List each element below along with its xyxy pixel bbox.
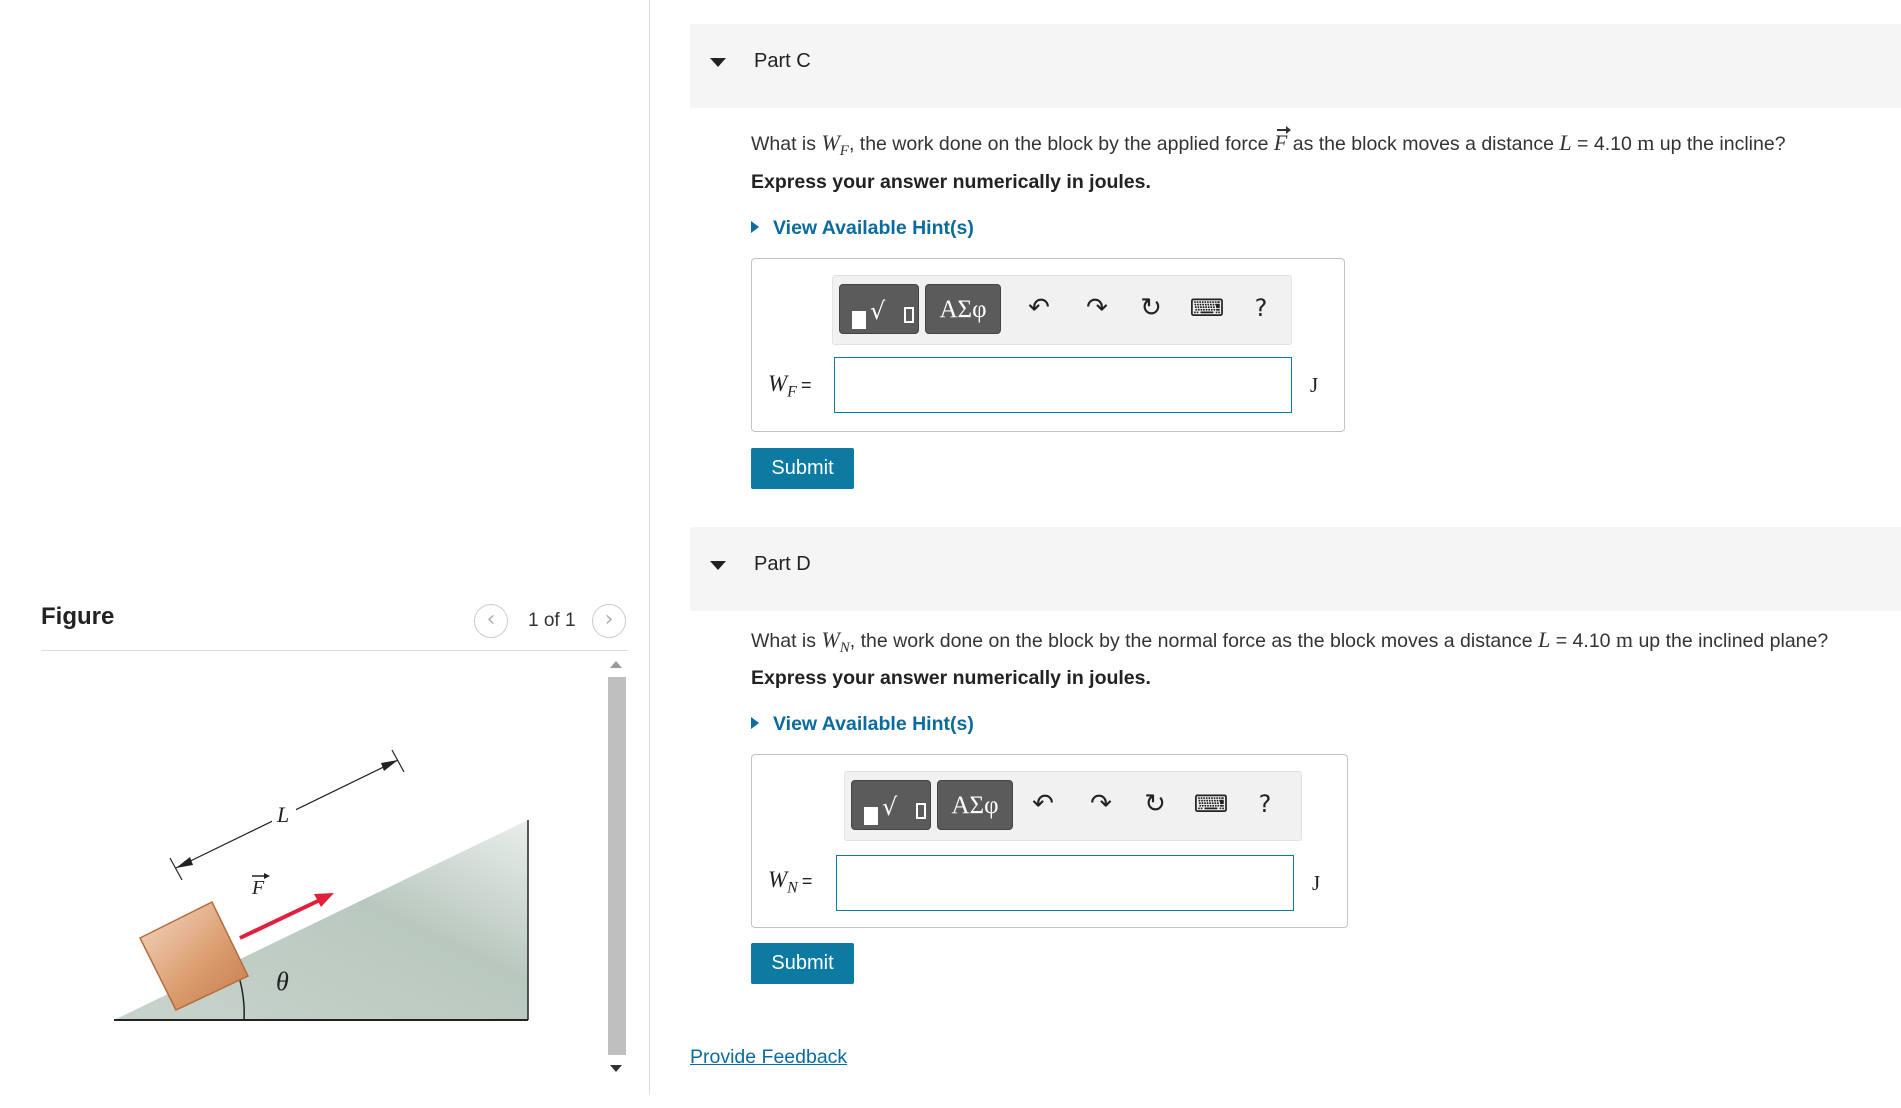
- part-d-answer-box: √ ΑΣφ ↶ ↷ ↻ ⌨ ? WN = J: [751, 754, 1348, 928]
- question-text: , the work done on the block by the norm…: [849, 630, 1539, 652]
- redo-icon[interactable]: ↷: [1083, 786, 1119, 822]
- scroll-up-icon[interactable]: [610, 661, 622, 668]
- greek-symbols-icon[interactable]: ΑΣφ: [925, 284, 1001, 334]
- expand-triangle-icon: [751, 717, 759, 729]
- hint-label: View Available Hint(s): [773, 217, 974, 239]
- keyboard-icon[interactable]: ⌨: [1193, 786, 1229, 822]
- undo-icon[interactable]: ↶: [1025, 786, 1061, 822]
- part-c-field-label: WF =: [768, 371, 811, 402]
- part-c-label: Part C: [754, 50, 811, 72]
- undo-icon[interactable]: ↶: [1021, 290, 1057, 326]
- field-subscript: N: [787, 879, 798, 897]
- figure-scrollbar[interactable]: [605, 655, 629, 1080]
- reset-icon[interactable]: ↻: [1133, 290, 1169, 326]
- collapse-caret-icon[interactable]: [710, 561, 726, 570]
- field-subscript: F: [787, 383, 797, 401]
- math-toolbar: √ ΑΣφ ↶ ↷ ↻ ⌨ ?: [832, 275, 1292, 345]
- work-symbol: W: [821, 130, 840, 155]
- part-c-unit: J: [1310, 373, 1319, 397]
- part-d-label: Part D: [754, 553, 811, 575]
- help-icon[interactable]: ?: [1247, 786, 1283, 822]
- part-c-hint-link[interactable]: View Available Hint(s): [751, 217, 974, 240]
- part-d-instructions: Express your answer numerically in joule…: [751, 667, 1151, 689]
- prev-figure-button[interactable]: ‹: [474, 604, 508, 638]
- equals-sign: =: [800, 375, 812, 395]
- force-vector-tip: [264, 873, 270, 879]
- collapse-caret-icon[interactable]: [710, 58, 726, 67]
- template-root-icon: √: [882, 793, 898, 821]
- length-label: L: [276, 802, 289, 827]
- scrollbar-thumb[interactable]: [608, 677, 626, 1055]
- scroll-down-icon[interactable]: [610, 1065, 622, 1072]
- distance-unit: m: [1615, 627, 1634, 652]
- template-box-icon: [904, 307, 914, 323]
- distance-symbol: L: [1538, 627, 1551, 652]
- field-symbol: W: [768, 867, 788, 892]
- field-symbol: W: [768, 371, 788, 396]
- question-text: as the block moves a distance: [1287, 133, 1560, 155]
- math-toolbar: √ ΑΣφ ↶ ↷ ↻ ⌨ ?: [844, 771, 1302, 841]
- part-c-submit-button[interactable]: Submit: [751, 448, 854, 489]
- part-c-answer-input[interactable]: [834, 357, 1292, 413]
- work-subscript: F: [839, 142, 849, 159]
- template-square-icon: [852, 311, 866, 329]
- template-root-icon: √: [870, 297, 886, 325]
- length-arrow-right: [381, 760, 398, 771]
- part-d-answer-input[interactable]: [836, 855, 1294, 911]
- questions-pane: Part C What is WF, the work done on the …: [650, 0, 1901, 1108]
- templates-icon[interactable]: √: [851, 780, 931, 830]
- question-text: What is: [751, 133, 822, 155]
- part-c-instructions: Express your answer numerically in joule…: [751, 171, 1151, 193]
- work-subscript: N: [839, 639, 850, 656]
- part-c-header[interactable]: Part C: [690, 24, 1901, 108]
- distance-unit: m: [1637, 130, 1655, 155]
- question-text: What is: [751, 630, 822, 652]
- part-d-question: What is WN, the work done on the block b…: [751, 627, 1828, 657]
- template-square-icon: [864, 807, 878, 825]
- part-d-field-label: WN =: [768, 867, 812, 898]
- page: Figure ‹ 1 of 1 › θ F L Part C What is W…: [0, 0, 1901, 1108]
- greek-symbols-icon[interactable]: ΑΣφ: [937, 780, 1013, 830]
- hint-label: View Available Hint(s): [773, 713, 974, 735]
- part-c-question: What is WF, the work done on the block b…: [751, 126, 1786, 160]
- keyboard-icon[interactable]: ⌨: [1189, 290, 1225, 326]
- length-tick-left: [169, 857, 183, 881]
- distance-value: = 4.10: [1550, 630, 1616, 652]
- work-symbol: W: [821, 627, 840, 652]
- templates-icon[interactable]: √: [839, 284, 919, 334]
- next-figure-button[interactable]: ›: [592, 604, 626, 638]
- provide-feedback-link[interactable]: Provide Feedback: [690, 1046, 847, 1069]
- figure-title: Figure: [41, 603, 115, 630]
- figure-pane: Figure ‹ 1 of 1 › θ F L: [0, 0, 650, 1108]
- redo-icon[interactable]: ↷: [1079, 290, 1115, 326]
- angle-label: θ: [276, 967, 289, 996]
- part-d-hint-link[interactable]: View Available Hint(s): [751, 713, 974, 736]
- question-text: up the inclined plane?: [1633, 630, 1829, 652]
- length-arrow-left: [176, 857, 193, 868]
- figure-divider: [41, 650, 628, 651]
- force-vector-symbol: F: [1273, 126, 1292, 155]
- question-text: , the work done on the block by the appl…: [848, 133, 1274, 155]
- incline-figure: θ F L: [114, 749, 529, 1021]
- distance-value: = 4.10: [1571, 133, 1638, 155]
- force-label: F: [251, 877, 265, 899]
- part-d-submit-button[interactable]: Submit: [751, 943, 854, 984]
- help-icon[interactable]: ?: [1243, 290, 1279, 326]
- figure-page-count: 1 of 1: [528, 610, 576, 631]
- distance-symbol: L: [1559, 130, 1572, 155]
- part-c-answer-box: √ ΑΣφ ↶ ↷ ↻ ⌨ ? WF = J: [751, 258, 1345, 432]
- reset-icon[interactable]: ↻: [1137, 786, 1173, 822]
- template-box-icon: [916, 803, 926, 819]
- expand-triangle-icon: [751, 221, 759, 233]
- question-text: up the incline?: [1654, 133, 1786, 155]
- equals-sign: =: [801, 871, 813, 891]
- part-d-header[interactable]: Part D: [690, 527, 1901, 611]
- part-d-unit: J: [1312, 871, 1321, 895]
- figure-pager: ‹ 1 of 1 ›: [474, 604, 630, 638]
